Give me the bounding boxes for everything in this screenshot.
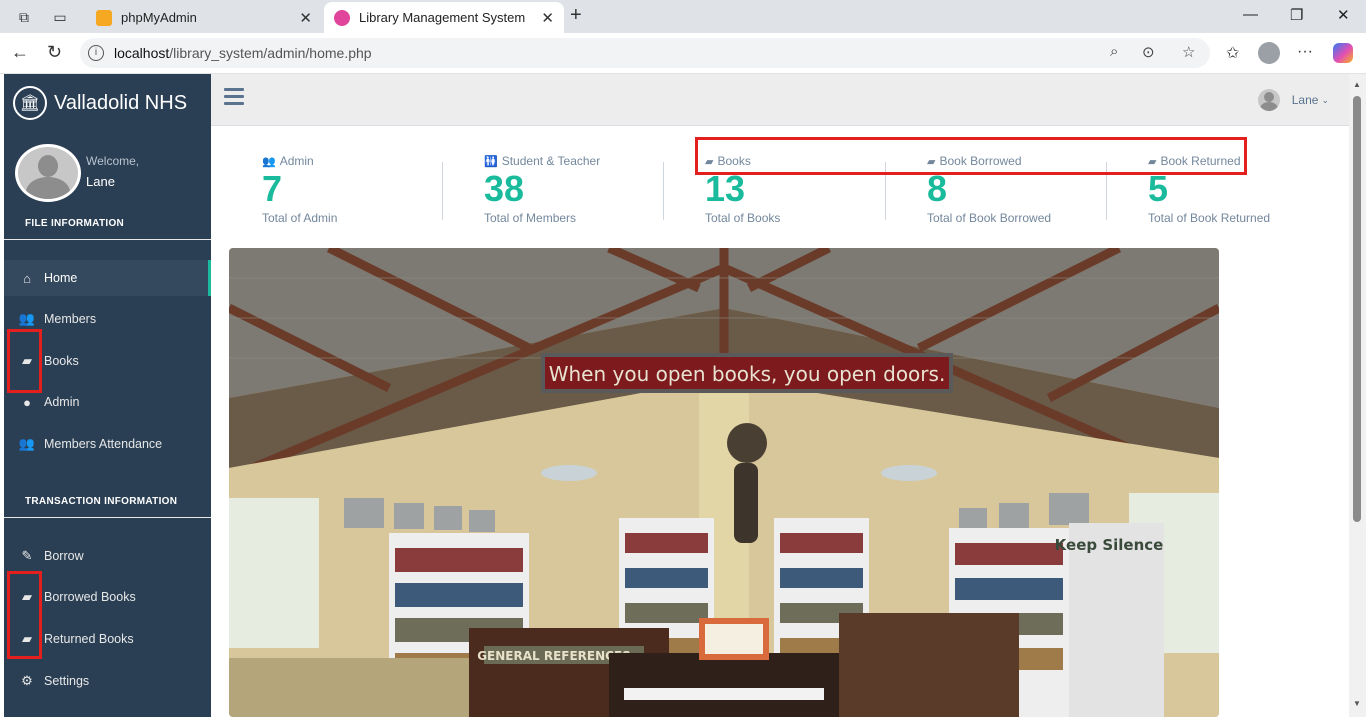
- stat-value: 7: [262, 168, 283, 209]
- sidebar-item-label: Admin: [44, 395, 80, 409]
- address-toolbar: ← ↻ i localhost/library_system/admin/hom…: [0, 33, 1366, 74]
- stat-subtitle: Total of Books: [705, 211, 781, 225]
- user-dropdown[interactable]: Lane ⌄: [1257, 89, 1329, 111]
- annotation-box: [7, 329, 42, 393]
- user-name: Lane: [1291, 93, 1319, 107]
- sidebar-item-label: Borrowed Books: [44, 590, 136, 604]
- users-icon: 👥: [18, 311, 36, 326]
- sidebar-item-label: Members Attendance: [44, 437, 163, 451]
- sidebar-item-label: Borrow: [44, 549, 84, 563]
- divider: [4, 517, 211, 518]
- tab-phpmyadmin[interactable]: phpMyAdmin ✕: [86, 2, 322, 33]
- stat-subtitle: Total of Book Returned: [1148, 211, 1271, 225]
- brand[interactable]: 🏛 Valladolid NHS: [13, 86, 187, 120]
- users-icon: 👥: [18, 436, 36, 451]
- sidebar-item-label: Members: [44, 312, 97, 326]
- banner-text: When you open books, you open doors.: [549, 362, 946, 386]
- stat-subtitle: Total of Admin: [262, 211, 338, 225]
- user-icon: ●: [23, 394, 31, 410]
- username: Lane: [86, 174, 115, 189]
- top-nav: Lane ⌄: [211, 74, 1349, 126]
- scroll-up-icon[interactable]: ▲: [1353, 80, 1361, 89]
- stat-admin: 👥 Admin 7 Total of Admin: [262, 154, 472, 225]
- chevron-down-icon: ⌄: [1321, 94, 1329, 105]
- brand-title: Valladolid NHS: [54, 91, 188, 114]
- page-content: 🏛 Valladolid NHS Welcome, Lane FILE INFO…: [4, 74, 1349, 717]
- annotation-box: [7, 571, 42, 659]
- sidebar-item-home[interactable]: ⌂ Home: [4, 260, 211, 296]
- divider: [663, 162, 664, 220]
- menu-toggle-icon[interactable]: [224, 88, 244, 106]
- tab-actions-icon[interactable]: ▭: [50, 7, 70, 27]
- close-tab-icon[interactable]: ✕: [299, 9, 312, 27]
- sidebar-item-members-attendance[interactable]: 👥 Members Attendance: [4, 426, 211, 462]
- sidebar: 🏛 Valladolid NHS Welcome, Lane FILE INFO…: [4, 74, 211, 717]
- sidebar-item-label: Returned Books: [44, 632, 134, 646]
- gear-icon: ⚙: [21, 673, 33, 688]
- back-icon[interactable]: ←: [11, 42, 29, 63]
- minimize-icon[interactable]: —: [1243, 6, 1258, 23]
- tab-library[interactable]: Library Management System ✕: [324, 2, 564, 33]
- scroll-down-icon[interactable]: ▼: [1353, 699, 1361, 708]
- workspaces-icon[interactable]: ⧉: [14, 7, 34, 27]
- close-window-icon[interactable]: ✕: [1337, 6, 1350, 24]
- sidebar-item-label: Home: [44, 271, 78, 285]
- male-female-icon: 🚻: [484, 155, 498, 168]
- refresh-icon[interactable]: ↻: [47, 42, 62, 63]
- shelf-text: GENERAL REFERENCES: [477, 649, 631, 663]
- phpmyadmin-favicon: [96, 9, 112, 26]
- stat-label: Admin: [279, 154, 314, 168]
- close-tab-icon[interactable]: ✕: [541, 9, 554, 27]
- sign-text: Keep Silence: [1055, 536, 1164, 554]
- divider: [4, 239, 211, 240]
- more-tools-icon[interactable]: ⊙: [1142, 43, 1155, 61]
- profile-icon[interactable]: [1258, 42, 1280, 64]
- sidebar-item-label: Books: [44, 354, 79, 368]
- users-icon: 👥: [262, 155, 276, 168]
- page-scrollbar[interactable]: ▲ ▼: [1349, 74, 1366, 717]
- menu-dots-icon[interactable]: ···: [1297, 43, 1313, 61]
- welcome-text: Welcome,: [86, 154, 140, 168]
- sidebar-item-settings[interactable]: ⚙ Settings: [4, 663, 211, 699]
- library-photo: When you open books, you open doors. Kee…: [229, 248, 1219, 717]
- zoom-icon[interactable]: ⌕: [1110, 43, 1118, 60]
- institution-icon: 🏛: [13, 86, 47, 120]
- site-info-icon[interactable]: i: [88, 45, 104, 61]
- stat-value: 5: [1148, 168, 1169, 209]
- tab-title: Library Management System: [359, 10, 526, 25]
- file-section-title: FILE INFORMATION: [25, 218, 125, 229]
- scrollbar-thumb[interactable]: [1353, 96, 1361, 522]
- sidebar-item-borrow[interactable]: ✎ Borrow: [4, 538, 211, 574]
- avatar: [1257, 89, 1280, 111]
- transaction-section-title: TRANSACTION INFORMATION: [25, 496, 178, 507]
- favorites-icon[interactable]: ✩: [1226, 43, 1239, 63]
- sidebar-item-label: Settings: [44, 674, 90, 688]
- url-path: /library_system/admin/home.php: [169, 45, 372, 61]
- tab-title: phpMyAdmin: [121, 10, 197, 25]
- stat-label: Student & Teacher: [501, 154, 601, 168]
- browser-tab-bar: ⧉ ▭ phpMyAdmin ✕ Library Management Syst…: [0, 0, 1366, 33]
- stat-value: 13: [705, 168, 746, 209]
- home-icon: ⌂: [23, 270, 31, 286]
- annotation-box: [695, 137, 1247, 175]
- library-favicon: [334, 9, 350, 26]
- address-bar[interactable]: i localhost/library_system/admin/home.ph…: [80, 38, 1210, 68]
- new-tab-icon[interactable]: +: [570, 4, 582, 27]
- restore-icon[interactable]: ❐: [1290, 6, 1303, 24]
- edit-icon: ✎: [21, 548, 33, 563]
- favorite-star-icon[interactable]: ☆: [1182, 43, 1195, 61]
- copilot-icon[interactable]: [1333, 43, 1353, 63]
- avatar: [15, 144, 81, 202]
- library-photo-illustration: When you open books, you open doors. Kee…: [229, 248, 1219, 717]
- divider: [442, 162, 443, 220]
- url-text[interactable]: localhost/library_system/admin/home.php: [114, 45, 372, 61]
- url-host: localhost: [114, 45, 170, 61]
